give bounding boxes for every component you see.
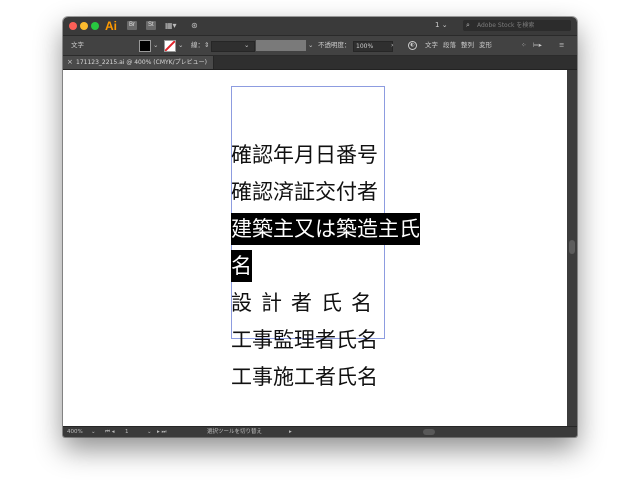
panel-menu-icon[interactable]: ≡ (559, 36, 564, 55)
text-line[interactable]: 確認年月日番号 (231, 139, 378, 171)
minimize-window-button[interactable] (80, 22, 88, 30)
profile-dropdown-icon[interactable]: ⌄ (308, 36, 313, 55)
arrange-icon[interactable]: ⁘ (521, 36, 526, 55)
artboard-number[interactable]: 1 (125, 427, 129, 437)
search-icon: ⌕ (466, 21, 470, 29)
stock-icon[interactable]: St (146, 21, 156, 30)
next-artboard-icon[interactable]: ▸ ⏭ (157, 427, 166, 437)
align-panel-link[interactable]: 整列 (461, 36, 474, 55)
character-panel-link[interactable]: 文字 (425, 36, 438, 55)
page-select[interactable]: 1 ⌄ (435, 20, 448, 31)
control-bar: 文字 ⌄ ⌄ 線： ⇕ ⌄ ⌄ 不透明度： 100% › ◐ 文字 段落 整列 … (63, 36, 577, 56)
vertical-scrollbar[interactable] (567, 70, 577, 427)
text-line[interactable]: 設計者氏名 (231, 287, 381, 319)
document-tab-bar: × 171123_2215.ai @ 400% (CMYK/プレビュー) (63, 56, 577, 70)
stroke-stepper-icon[interactable]: ⇕ (204, 36, 209, 55)
paragraph-panel-link[interactable]: 段落 (443, 36, 456, 55)
opacity-input[interactable]: 100% (353, 41, 393, 52)
illustrator-window: Ai Br St ▦▾ ⊛ 1 ⌄ ⌕ Adobe Stock を検索 文字 ⌄… (63, 17, 577, 437)
align-tools-icon[interactable]: ⊨▸ (533, 36, 542, 55)
current-tool-hint: 選択ツールを切り替え (207, 429, 263, 435)
horizontal-scroll-thumb[interactable] (423, 429, 435, 435)
transform-panel-link[interactable]: 変形 (479, 36, 492, 55)
page-select-value: 1 (435, 21, 440, 29)
stroke-weight-label: 線： (191, 41, 204, 49)
selected-text-line[interactable]: 名 (231, 250, 252, 282)
stroke-color-swatch[interactable] (164, 40, 176, 52)
opacity-label: 不透明度： (318, 41, 351, 49)
first-artboard-icon[interactable]: ⏮ ◂ (105, 427, 114, 437)
close-tab-icon[interactable]: × (67, 56, 73, 69)
illustrator-logo: Ai (105, 19, 117, 33)
bridge-icon[interactable]: Br (127, 21, 137, 30)
search-placeholder: Adobe Stock を検索 (477, 22, 535, 29)
zoom-level[interactable]: 400% (67, 427, 83, 437)
artboard-dropdown-icon[interactable]: ⌄ (147, 427, 152, 437)
gpu-performance-icon[interactable]: ⊛ (191, 20, 198, 32)
fill-color-swatch[interactable] (139, 40, 151, 52)
adobe-stock-search[interactable]: ⌕ Adobe Stock を検索 (463, 20, 571, 31)
maximize-window-button[interactable] (91, 22, 99, 30)
document-tab[interactable]: × 171123_2215.ai @ 400% (CMYK/プレビュー) (63, 56, 214, 69)
stroke-dropdown-icon[interactable]: ⌄ (178, 36, 183, 55)
fill-dropdown-icon[interactable]: ⌄ (153, 36, 158, 55)
status-menu-arrow-icon[interactable]: ▸ (289, 427, 292, 437)
arrange-documents-icon[interactable]: ▦▾ (165, 20, 177, 32)
selected-text-line[interactable]: 建築主又は築造主氏 (231, 213, 420, 245)
opacity-arrow-icon[interactable]: › (391, 36, 394, 55)
title-bar: Ai Br St ▦▾ ⊛ 1 ⌄ ⌕ Adobe Stock を検索 (63, 17, 577, 36)
object-type-label: 文字 (71, 41, 84, 49)
text-line[interactable]: 工事施工者氏名 (231, 361, 378, 393)
zoom-dropdown-icon[interactable]: ⌄ (91, 427, 96, 437)
close-window-button[interactable] (69, 22, 77, 30)
status-bar: 400% ⌄ ⏮ ◂ 1 ⌄ ▸ ⏭ 選択ツールを切り替え ▸ (63, 426, 577, 437)
text-line[interactable]: 確認済証交付者 (231, 176, 378, 208)
stroke-weight-dropdown-icon[interactable]: ⌄ (244, 36, 249, 55)
recolor-artwork-icon[interactable]: ◐ (408, 41, 417, 50)
text-line[interactable]: 工事監理者氏名 (231, 324, 378, 356)
vertical-scroll-thumb[interactable] (569, 240, 575, 254)
variable-width-profile[interactable] (256, 40, 306, 51)
document-tab-title: 171123_2215.ai @ 400% (CMYK/プレビュー) (76, 59, 207, 66)
